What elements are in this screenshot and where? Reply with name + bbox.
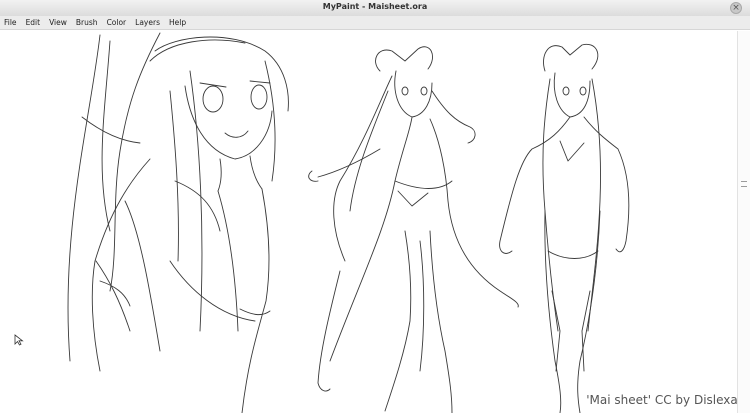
drawing-canvas[interactable]: 'Mai sheet' CC by Dislexas bbox=[0, 31, 750, 413]
menu-view[interactable]: View bbox=[49, 18, 67, 27]
menu-color[interactable]: Color bbox=[107, 18, 127, 27]
menu-file[interactable]: File bbox=[4, 18, 17, 27]
menu-layers[interactable]: Layers bbox=[135, 18, 160, 27]
menu-brush[interactable]: Brush bbox=[76, 18, 98, 27]
panel-grip-icon[interactable] bbox=[741, 181, 747, 187]
credit-text: 'Mai sheet' CC by Dislexas bbox=[586, 393, 744, 407]
lineart-drawing bbox=[67, 32, 630, 413]
menu-edit[interactable]: Edit bbox=[26, 18, 41, 27]
window-title: MyPaint - Maisheet.ora bbox=[322, 2, 428, 11]
side-panel-edge[interactable] bbox=[737, 31, 750, 413]
menu-bar: File Edit View Brush Color Layers Help bbox=[0, 16, 750, 30]
title-bar: MyPaint - Maisheet.ora × bbox=[0, 0, 750, 17]
close-icon[interactable]: × bbox=[730, 2, 742, 14]
menu-help[interactable]: Help bbox=[169, 18, 186, 27]
